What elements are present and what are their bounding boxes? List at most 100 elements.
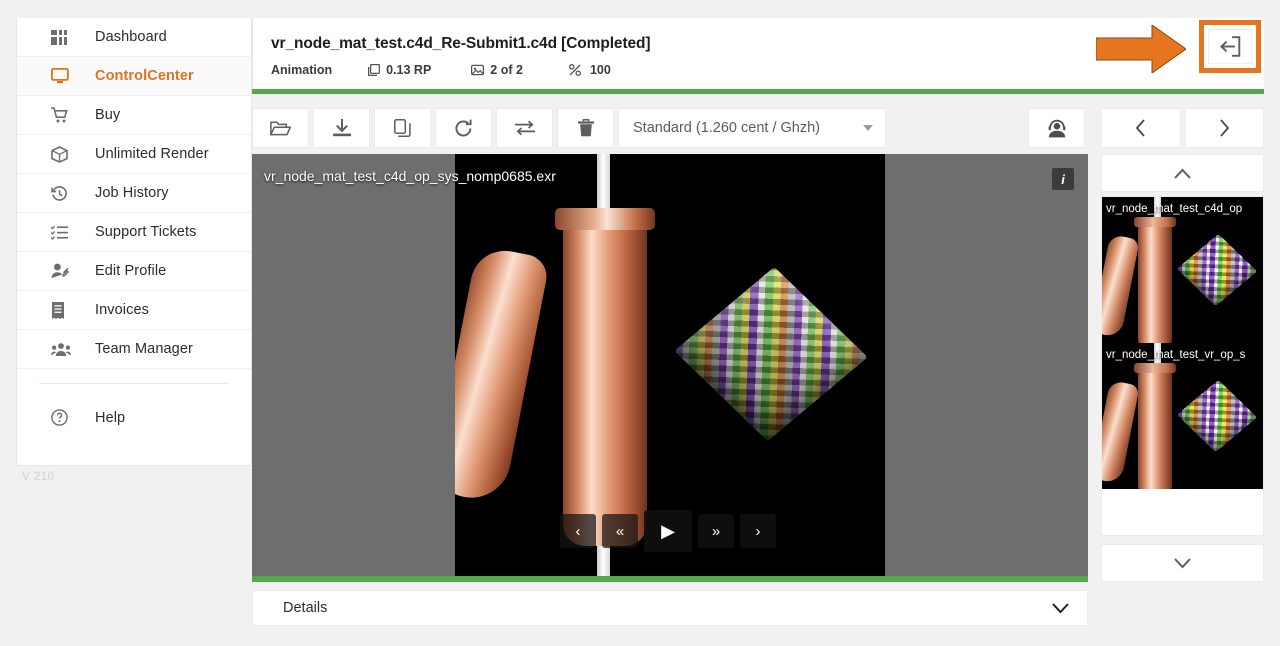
version-label: V 210 — [22, 471, 55, 483]
download-icon — [332, 119, 351, 137]
rewind-button[interactable]: « — [602, 514, 638, 548]
sidebar-item-label: Unlimited Render — [95, 146, 209, 162]
thumb-cylinder-cap — [1134, 217, 1176, 227]
headset-support-icon — [1047, 118, 1067, 138]
sidebar-divider — [39, 383, 229, 384]
page-title: vr_node_mat_test.c4d_Re-Submit1.c4d [Com… — [271, 35, 651, 52]
meta-render-type-label: Animation — [271, 63, 333, 77]
meta-frames-label: 2 of 2 — [490, 63, 523, 77]
thumbnail-item[interactable]: vr_node_mat_test_vr_op_s — [1102, 343, 1263, 489]
sidebar-item-label: Job History — [95, 185, 169, 201]
sidebar-item-help[interactable]: Help — [17, 398, 251, 437]
dashboard-icon — [51, 27, 77, 47]
rerender-button[interactable] — [435, 108, 492, 148]
app-window: Dashboard ControlCenter Buy Unlimited Re… — [0, 0, 1280, 646]
sidebar-item-label: Help — [95, 409, 126, 426]
playback-controls: ‹ « ▶ » › — [560, 510, 776, 552]
sidebar-item-support-tickets[interactable]: Support Tickets — [17, 213, 251, 252]
open-folder-button[interactable] — [252, 108, 309, 148]
thumbnails-scroll-up-button[interactable] — [1101, 154, 1264, 192]
step-forward-button[interactable]: › — [740, 514, 776, 548]
meta-render-points: 0.13 RP — [368, 63, 431, 77]
fast-forward-button[interactable]: » — [698, 514, 734, 548]
sidebar-item-label: Edit Profile — [95, 263, 167, 279]
thumb-cube — [1176, 379, 1258, 453]
step-back-button[interactable]: ‹ — [560, 514, 596, 548]
invoice-icon — [51, 300, 77, 320]
sidebar-item-team-manager[interactable]: Team Manager — [17, 330, 251, 369]
sidebar-item-invoices[interactable]: Invoices — [17, 291, 251, 330]
download-button[interactable] — [313, 108, 370, 148]
folder-open-icon — [270, 120, 291, 137]
thumb-cylinder-cap — [1134, 363, 1176, 373]
render-object-main-cylinder — [563, 216, 647, 546]
sidebar-item-label: Dashboard — [95, 29, 167, 45]
thumb-main-cylinder — [1138, 367, 1172, 489]
copy-button[interactable] — [374, 108, 431, 148]
support-button[interactable] — [1028, 108, 1085, 148]
meta-progress-label: 100 — [589, 63, 611, 77]
box-icon — [51, 144, 77, 164]
status-progress-bar — [252, 89, 1264, 94]
thumb-cube — [1176, 233, 1258, 307]
meta-render-type: Animation — [271, 63, 332, 77]
thumbnails-scroll-down-button[interactable] — [1101, 544, 1264, 582]
prev-frame-button[interactable] — [1101, 108, 1181, 148]
cart-icon — [51, 105, 77, 125]
chevron-down-icon — [1052, 602, 1069, 614]
image-viewer[interactable]: vr_node_mat_test_c4d_op_sys_nomp0685.exr… — [252, 154, 1088, 582]
sidebar-item-label: Invoices — [95, 302, 149, 318]
chevron-up-icon — [1174, 168, 1191, 179]
thumbnail-label: vr_node_mat_test_c4d_op — [1106, 203, 1243, 215]
details-label: Details — [283, 600, 328, 616]
meta-frames: 2 of 2 — [471, 63, 523, 77]
sidebar-item-label: Buy — [95, 107, 121, 123]
next-frame-button[interactable] — [1184, 108, 1264, 148]
checklist-icon — [51, 222, 77, 242]
render-object-side-cylinder — [455, 244, 551, 505]
copy-icon — [394, 119, 411, 137]
question-circle-icon — [51, 408, 77, 428]
chevron-down-icon — [863, 125, 873, 131]
chevron-down-icon — [1174, 557, 1191, 569]
sidebar-item-buy[interactable]: Buy — [17, 96, 251, 135]
refresh-icon — [454, 119, 473, 138]
sidebar-item-controlcenter[interactable]: ControlCenter — [17, 57, 251, 96]
thumb-side-cylinder — [1102, 380, 1140, 485]
chevron-right-icon — [1219, 119, 1230, 137]
sidebar-item-dashboard[interactable]: Dashboard — [17, 18, 251, 57]
meta-progress: 100 — [568, 63, 611, 77]
exit-left-icon — [1219, 36, 1241, 57]
thumb-side-cylinder — [1102, 234, 1140, 339]
delete-button[interactable] — [557, 108, 614, 148]
info-button[interactable]: i — [1052, 168, 1074, 190]
thumbnail-item[interactable]: vr_node_mat_test_c4d_op — [1102, 197, 1263, 343]
sidebar-item-label: Support Tickets — [95, 224, 197, 240]
meta-render-points-label: 0.13 RP — [386, 63, 432, 77]
details-panel-toggle[interactable]: Details — [252, 590, 1088, 626]
transfer-button[interactable] — [496, 108, 553, 148]
trash-icon — [577, 119, 594, 137]
exit-back-button[interactable] — [1208, 29, 1252, 64]
sidebar: Dashboard ControlCenter Buy Unlimited Re… — [16, 18, 252, 466]
stack-icon — [368, 64, 381, 76]
render-object-cube-shading — [674, 266, 868, 442]
history-icon — [51, 183, 77, 203]
team-icon — [51, 339, 77, 359]
thumbnail-panel: vr_node_mat_test_c4d_op vr_node_mat_test… — [1101, 154, 1264, 582]
thumb-main-cylinder — [1138, 221, 1172, 343]
render-object-cylinder-cap — [555, 208, 655, 230]
percent-icon — [568, 64, 581, 76]
user-edit-icon — [51, 261, 77, 281]
swap-arrows-icon — [514, 120, 535, 136]
back-button-highlight — [1199, 20, 1261, 73]
sidebar-item-unlimited-render[interactable]: Unlimited Render — [17, 135, 251, 174]
priority-select-value: Standard (1.260 cent / Ghzh) — [633, 120, 820, 136]
viewer-progress-bar — [252, 576, 1088, 582]
priority-select[interactable]: Standard (1.260 cent / Ghzh) — [618, 108, 886, 148]
frames-icon — [471, 64, 485, 76]
thumbnail-list[interactable]: vr_node_mat_test_c4d_op vr_node_mat_test… — [1101, 196, 1264, 536]
sidebar-item-job-history[interactable]: Job History — [17, 174, 251, 213]
play-button[interactable]: ▶ — [644, 510, 692, 552]
sidebar-item-edit-profile[interactable]: Edit Profile — [17, 252, 251, 291]
